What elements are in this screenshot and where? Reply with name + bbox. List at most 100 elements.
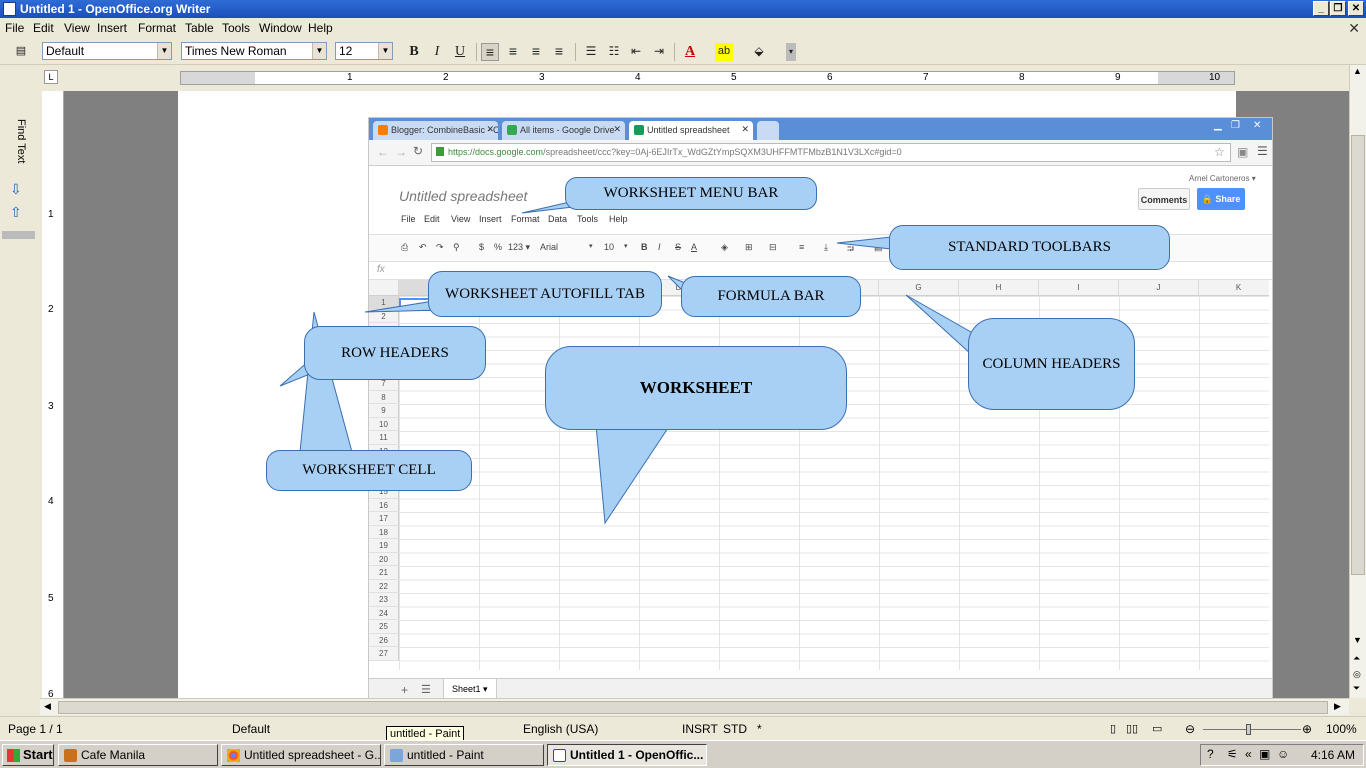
column-header-j[interactable]: J bbox=[1119, 280, 1199, 296]
single-page-view-icon[interactable]: ▯ bbox=[1110, 722, 1116, 735]
paint-format-icon[interactable]: ⚲ bbox=[453, 242, 460, 253]
row-header-10[interactable]: 10 bbox=[369, 417, 399, 431]
new-tab-button[interactable] bbox=[757, 121, 779, 140]
bold-button[interactable]: B bbox=[405, 43, 423, 61]
fill-color-icon[interactable]: ◈ bbox=[721, 242, 728, 253]
sheet-menu-file[interactable]: File bbox=[401, 214, 416, 224]
zoom-in-icon[interactable]: ⊕ bbox=[1302, 722, 1312, 736]
monitor-icon[interactable]: ▣ bbox=[1259, 747, 1270, 761]
book-view-icon[interactable]: ▭ bbox=[1152, 722, 1162, 735]
horizontal-ruler[interactable]: 1 2 3 4 5 6 7 8 9 10 bbox=[180, 71, 1235, 85]
star-icon[interactable]: ☆ bbox=[1214, 145, 1225, 159]
menu-insert[interactable]: Insert bbox=[97, 21, 127, 35]
row-header-11[interactable]: 11 bbox=[369, 431, 399, 445]
menu-format[interactable]: Format bbox=[138, 21, 176, 35]
menu-help[interactable]: Help bbox=[308, 21, 333, 35]
sheet-strike-button[interactable]: S bbox=[675, 242, 681, 252]
undo-icon[interactable]: ↶ bbox=[419, 242, 427, 253]
browser-tab-spreadsheet[interactable]: Untitled spreadsheet ✕ bbox=[629, 121, 753, 140]
menu-tools[interactable]: Tools bbox=[222, 21, 250, 35]
browser-tab-drive[interactable]: All items - Google Drive ✕ bbox=[502, 121, 625, 140]
row-header-1[interactable]: 1 bbox=[369, 296, 399, 310]
sheet-menu-data[interactable]: Data bbox=[548, 214, 567, 224]
restore-button[interactable]: ❐ bbox=[1330, 1, 1346, 16]
help-icon[interactable]: ? bbox=[1207, 747, 1214, 761]
column-header-k[interactable]: K bbox=[1199, 280, 1269, 296]
vertical-align-icon[interactable]: ⤓ bbox=[824, 242, 828, 253]
zoom-level[interactable]: 100% bbox=[1326, 722, 1357, 736]
row-header-17[interactable]: 17 bbox=[369, 512, 399, 526]
zoom-slider-handle[interactable] bbox=[1246, 724, 1251, 735]
next-page-icon[interactable]: ⏷ bbox=[1353, 683, 1360, 694]
scroll-up-icon[interactable]: ▲ bbox=[1353, 66, 1362, 76]
row-header-18[interactable]: 18 bbox=[369, 525, 399, 539]
row-header-27[interactable]: 27 bbox=[369, 647, 399, 661]
menu-window[interactable]: Window bbox=[259, 21, 302, 35]
sheet-list-button[interactable]: ☰ bbox=[421, 683, 431, 696]
currency-button[interactable]: $ bbox=[479, 242, 484, 252]
redo-icon[interactable]: ↷ bbox=[436, 242, 444, 253]
panel-resize-handle[interactable] bbox=[2, 231, 35, 239]
scroll-thumb[interactable] bbox=[58, 701, 1328, 714]
forward-icon[interactable]: → bbox=[395, 145, 407, 159]
previous-page-icon[interactable]: ⏶ bbox=[1353, 653, 1360, 664]
scroll-left-icon[interactable]: ◀ bbox=[44, 701, 51, 712]
insert-comment-icon[interactable]: ▤ bbox=[874, 242, 883, 253]
sheet-tab[interactable]: Sheet1 ▾ bbox=[443, 679, 497, 698]
language[interactable]: English (USA) bbox=[523, 722, 598, 736]
task-writer[interactable]: Untitled 1 - OpenOffic... bbox=[547, 744, 707, 766]
multi-page-view-icon[interactable]: ▯▯ bbox=[1126, 722, 1138, 735]
menu-view[interactable]: View bbox=[64, 21, 90, 35]
task-paint[interactable]: untitled - Paint bbox=[384, 744, 544, 766]
font-name-select[interactable]: Times New Roman ▼ bbox=[181, 42, 327, 60]
scroll-thumb[interactable] bbox=[1351, 135, 1365, 575]
browser-close-icon[interactable]: ✕ bbox=[1253, 120, 1261, 131]
scroll-down-icon[interactable]: ▼ bbox=[1353, 635, 1362, 645]
wrap-text-icon[interactable]: ⮒ bbox=[847, 242, 854, 258]
vertical-scrollbar[interactable]: ▲ ▼ ⏶ ◎ ⏷ bbox=[1349, 65, 1366, 698]
row-header-23[interactable]: 23 bbox=[369, 593, 399, 607]
paragraph-style-select[interactable]: Default ▼ bbox=[42, 42, 172, 60]
sheet-font-size-select[interactable]: 10 bbox=[604, 242, 614, 252]
row-header-25[interactable]: 25 bbox=[369, 620, 399, 634]
selection-mode[interactable]: STD bbox=[723, 722, 747, 736]
start-button[interactable]: Start bbox=[2, 744, 54, 766]
close-document-icon[interactable]: ✕ bbox=[1348, 20, 1360, 37]
back-icon[interactable]: ← bbox=[377, 145, 389, 159]
reload-icon[interactable]: ↻ bbox=[413, 144, 423, 158]
sheet-menu-insert[interactable]: Insert bbox=[479, 214, 502, 224]
row-header-19[interactable]: 19 bbox=[369, 539, 399, 553]
insert-mode[interactable]: INSRT bbox=[682, 722, 718, 736]
number-format-button[interactable]: 123 ▾ bbox=[508, 242, 530, 253]
toolbar-options-icon[interactable]: ▾ bbox=[786, 43, 796, 61]
column-header-h[interactable]: H bbox=[959, 280, 1039, 296]
row-header-8[interactable]: 8 bbox=[369, 390, 399, 404]
smiley-icon[interactable]: ☺ bbox=[1277, 747, 1289, 761]
row-header-21[interactable]: 21 bbox=[369, 566, 399, 580]
page-style[interactable]: Default bbox=[232, 722, 270, 736]
close-icon[interactable]: ✕ bbox=[486, 124, 494, 135]
browser-minimize-icon[interactable]: ▁ bbox=[1214, 120, 1222, 131]
justify-icon[interactable]: ≡ bbox=[550, 43, 568, 61]
increase-indent-icon[interactable]: ⇥ bbox=[650, 43, 668, 61]
arrow-up-icon[interactable]: ⇧ bbox=[10, 204, 22, 221]
expand-tray-icon[interactable]: « bbox=[1245, 747, 1252, 761]
sheet-menu-format[interactable]: Format bbox=[511, 214, 540, 224]
network-icon[interactable]: ⚟ bbox=[1227, 747, 1238, 761]
print-icon[interactable]: ⎙ bbox=[401, 242, 408, 253]
minimize-button[interactable]: _ bbox=[1313, 1, 1329, 16]
merge-cells-icon[interactable]: ⊟ bbox=[769, 242, 777, 253]
sheet-bold-button[interactable]: B bbox=[641, 242, 648, 252]
underline-button[interactable]: U bbox=[451, 43, 469, 61]
arrow-down-icon[interactable]: ⇩ bbox=[10, 181, 22, 198]
highlight-icon[interactable]: ab bbox=[715, 43, 733, 61]
user-account[interactable]: Arnel Cartoneros ▾ bbox=[1189, 174, 1256, 183]
sheet-menu-edit[interactable]: Edit bbox=[424, 214, 440, 224]
menu-file[interactable]: File bbox=[5, 21, 24, 35]
italic-button[interactable]: I bbox=[428, 43, 446, 61]
horizontal-scrollbar[interactable]: ◀ ▶ bbox=[40, 698, 1349, 715]
row-header-9[interactable]: 9 bbox=[369, 404, 399, 418]
align-right-icon[interactable]: ≡ bbox=[527, 43, 545, 61]
numbering-icon[interactable]: ☰ bbox=[582, 43, 600, 61]
browser-tab-blogger[interactable]: Blogger: CombineBasic - Cre ✕ bbox=[373, 121, 498, 140]
